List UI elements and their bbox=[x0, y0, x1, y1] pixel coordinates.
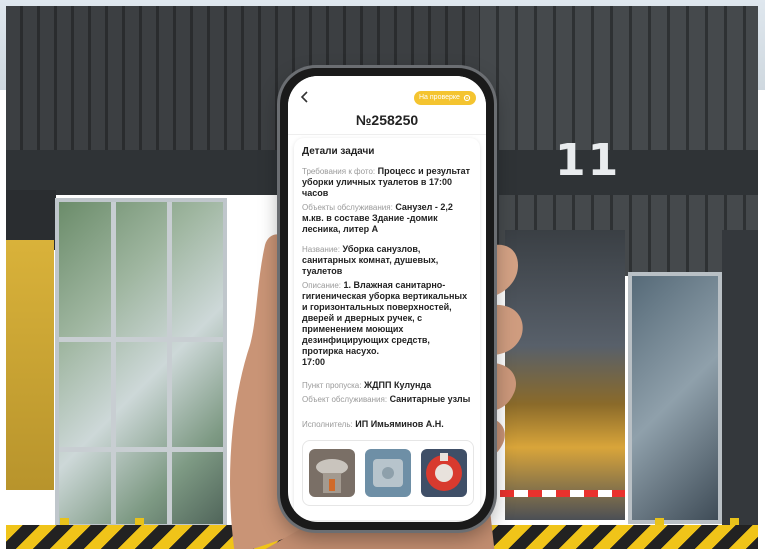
gear-icon bbox=[463, 94, 471, 102]
field-label: Исполнитель: bbox=[302, 420, 353, 429]
task-number: №258250 bbox=[355, 112, 419, 128]
photo-fixture-icon bbox=[365, 449, 411, 497]
field-label: Требования к фото: bbox=[302, 167, 376, 176]
checkpoint-field: Пункт пропуска: ЖДПП Кулунда bbox=[302, 380, 472, 391]
service-object-field: Объект обслуживания: Санитарные узлы bbox=[302, 394, 472, 405]
field-label: Пункт пропуска: bbox=[302, 381, 362, 390]
app-header: На проверке №258250 bbox=[288, 76, 486, 135]
chevron-left-icon[interactable] bbox=[298, 90, 312, 104]
photo-dispenser-icon bbox=[421, 449, 467, 497]
photo-requirements-field: Требования к фото: Процесс и результат у… bbox=[302, 166, 472, 199]
service-objects-field: Объекты обслуживания: Санузел - 2,2 м.кв… bbox=[302, 202, 472, 235]
window-mullion bbox=[167, 202, 172, 524]
name-field: Название: Уборка санузлов, санитарных ко… bbox=[302, 244, 472, 277]
status-badge: На проверке bbox=[414, 91, 476, 105]
task-details-card: Детали задачи Требования к фото: Процесс… bbox=[294, 138, 480, 520]
field-value: ЖДПП Кулунда bbox=[363, 380, 432, 390]
photo-sink-icon bbox=[309, 449, 355, 497]
glass-wall-right bbox=[628, 272, 722, 524]
field-label: Описание: bbox=[302, 281, 342, 290]
field-value: Санитарные узлы bbox=[389, 394, 471, 404]
photo-thumbnail[interactable] bbox=[365, 449, 411, 497]
yellow-wall bbox=[6, 240, 54, 490]
photo-gallery bbox=[302, 440, 474, 506]
field-label: Название: bbox=[302, 245, 340, 254]
card-title: Детали задачи bbox=[302, 146, 375, 157]
description-field: Описание: 1. Влажная санитарно-гигиениче… bbox=[302, 280, 472, 368]
field-label: Объект обслуживания: bbox=[302, 395, 388, 404]
building-number-sign: 11 bbox=[555, 135, 621, 186]
photo-thumbnail[interactable] bbox=[309, 449, 355, 497]
phone-screen: На проверке №258250 Детали задачи Требов… bbox=[288, 76, 486, 522]
field-value: ИП Имьяминов А.Н. bbox=[355, 419, 444, 429]
photo-thumbnail[interactable] bbox=[421, 449, 467, 497]
status-label: На проверке bbox=[419, 94, 460, 101]
description-time: 17:00 bbox=[302, 357, 326, 367]
field-label: Объекты обслуживания: bbox=[302, 203, 393, 212]
dark-wall-right bbox=[722, 230, 758, 530]
executor-field: Исполнитель: ИП Имьяминов А.Н. bbox=[302, 419, 472, 430]
window-mullion bbox=[111, 202, 116, 524]
field-value: 1. Влажная санитарно-гигиеническая уборк… bbox=[302, 280, 468, 356]
